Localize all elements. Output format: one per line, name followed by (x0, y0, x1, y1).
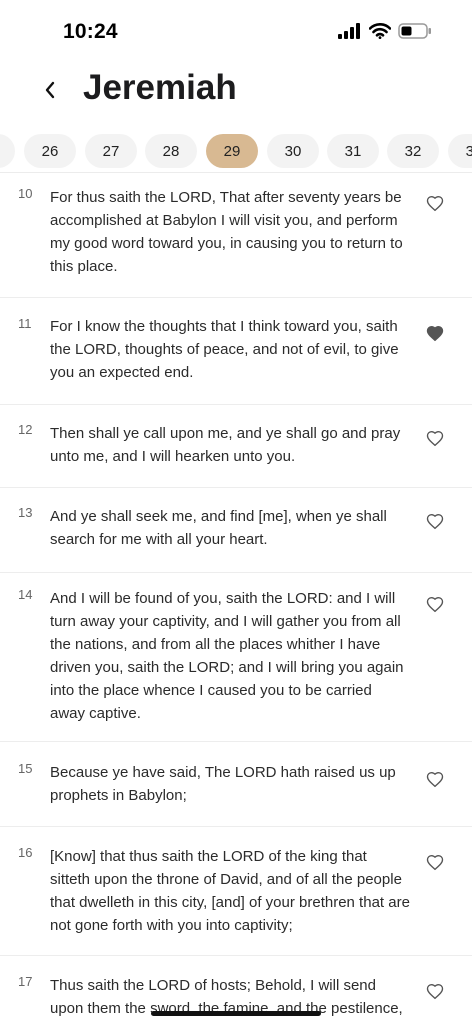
chapter-pill[interactable]: 33 (448, 134, 472, 168)
heart-outline-icon[interactable] (426, 854, 444, 872)
heart-outline-icon[interactable] (426, 596, 444, 614)
chapter-pill[interactable]: 32 (387, 134, 439, 168)
verse-row[interactable]: 13 And ye shall seek me, and find [me], … (0, 488, 472, 573)
verse-text: And ye shall seek me, and find [me], whe… (50, 508, 387, 548)
verse-text: For thus saith the LORD, That after seve… (50, 189, 403, 275)
header: Jeremiah (0, 62, 472, 120)
chapter-pill[interactable]: 26 (24, 134, 76, 168)
status-bar: 10:24 (0, 0, 472, 60)
chapter-pill[interactable]: 30 (267, 134, 319, 168)
chapter-pill[interactable]: 27 (85, 134, 137, 168)
chevron-left-icon (45, 81, 55, 99)
verse-row[interactable]: 15 Because ye have said, The LORD hath r… (0, 742, 472, 827)
verse-number: 10 (18, 186, 33, 201)
battery-icon (398, 23, 431, 39)
verse-text: Because ye have said, The LORD hath rais… (50, 764, 396, 804)
verse-row[interactable]: 14 And I will be found of you, saith the… (0, 573, 472, 742)
verse-row[interactable]: 11 For I know the thoughts that I think … (0, 298, 472, 405)
verse-text: For I know the thoughts that I think tow… (50, 318, 399, 381)
chapter-pill-active[interactable]: 29 (206, 134, 258, 168)
status-icons (338, 23, 432, 39)
verse-row[interactable]: 12 Then shall ye call upon me, and ye sh… (0, 405, 472, 488)
wifi-icon (369, 23, 391, 39)
verse-number: 16 (18, 845, 33, 860)
back-button[interactable] (36, 74, 64, 106)
cellular-signal-icon (338, 23, 360, 39)
verse-number: 17 (18, 974, 33, 989)
home-indicator[interactable] (151, 1011, 321, 1016)
verse-number: 11 (18, 316, 32, 331)
heart-outline-icon[interactable] (426, 195, 444, 213)
verse-text: And I will be found of you, saith the LO… (50, 590, 404, 722)
page-title: Jeremiah (83, 68, 237, 107)
verse-number: 15 (18, 761, 33, 776)
verse-text: Then shall ye call upon me, and ye shall… (50, 425, 401, 465)
chapter-pill[interactable]: 28 (145, 134, 197, 168)
chapter-pill[interactable]: 31 (327, 134, 379, 168)
heart-filled-icon[interactable] (426, 325, 444, 343)
heart-outline-icon[interactable] (426, 983, 444, 1001)
verse-text: [Know] that thus saith the LORD of the k… (50, 848, 410, 934)
verse-number: 13 (18, 505, 33, 520)
chapter-selector[interactable]: 25 26 27 28 29 30 31 32 33 (0, 134, 472, 170)
status-time: 10:24 (63, 20, 118, 43)
verse-row[interactable]: 16 [Know] that thus saith the LORD of th… (0, 827, 472, 956)
heart-outline-icon[interactable] (426, 771, 444, 789)
heart-outline-icon[interactable] (426, 430, 444, 448)
chapter-pill[interactable]: 25 (0, 134, 15, 168)
verse-number: 12 (18, 422, 33, 437)
verse-number: 14 (18, 587, 33, 602)
verse-row[interactable]: 10 For thus saith the LORD, That after s… (0, 173, 472, 298)
heart-outline-icon[interactable] (426, 513, 444, 531)
